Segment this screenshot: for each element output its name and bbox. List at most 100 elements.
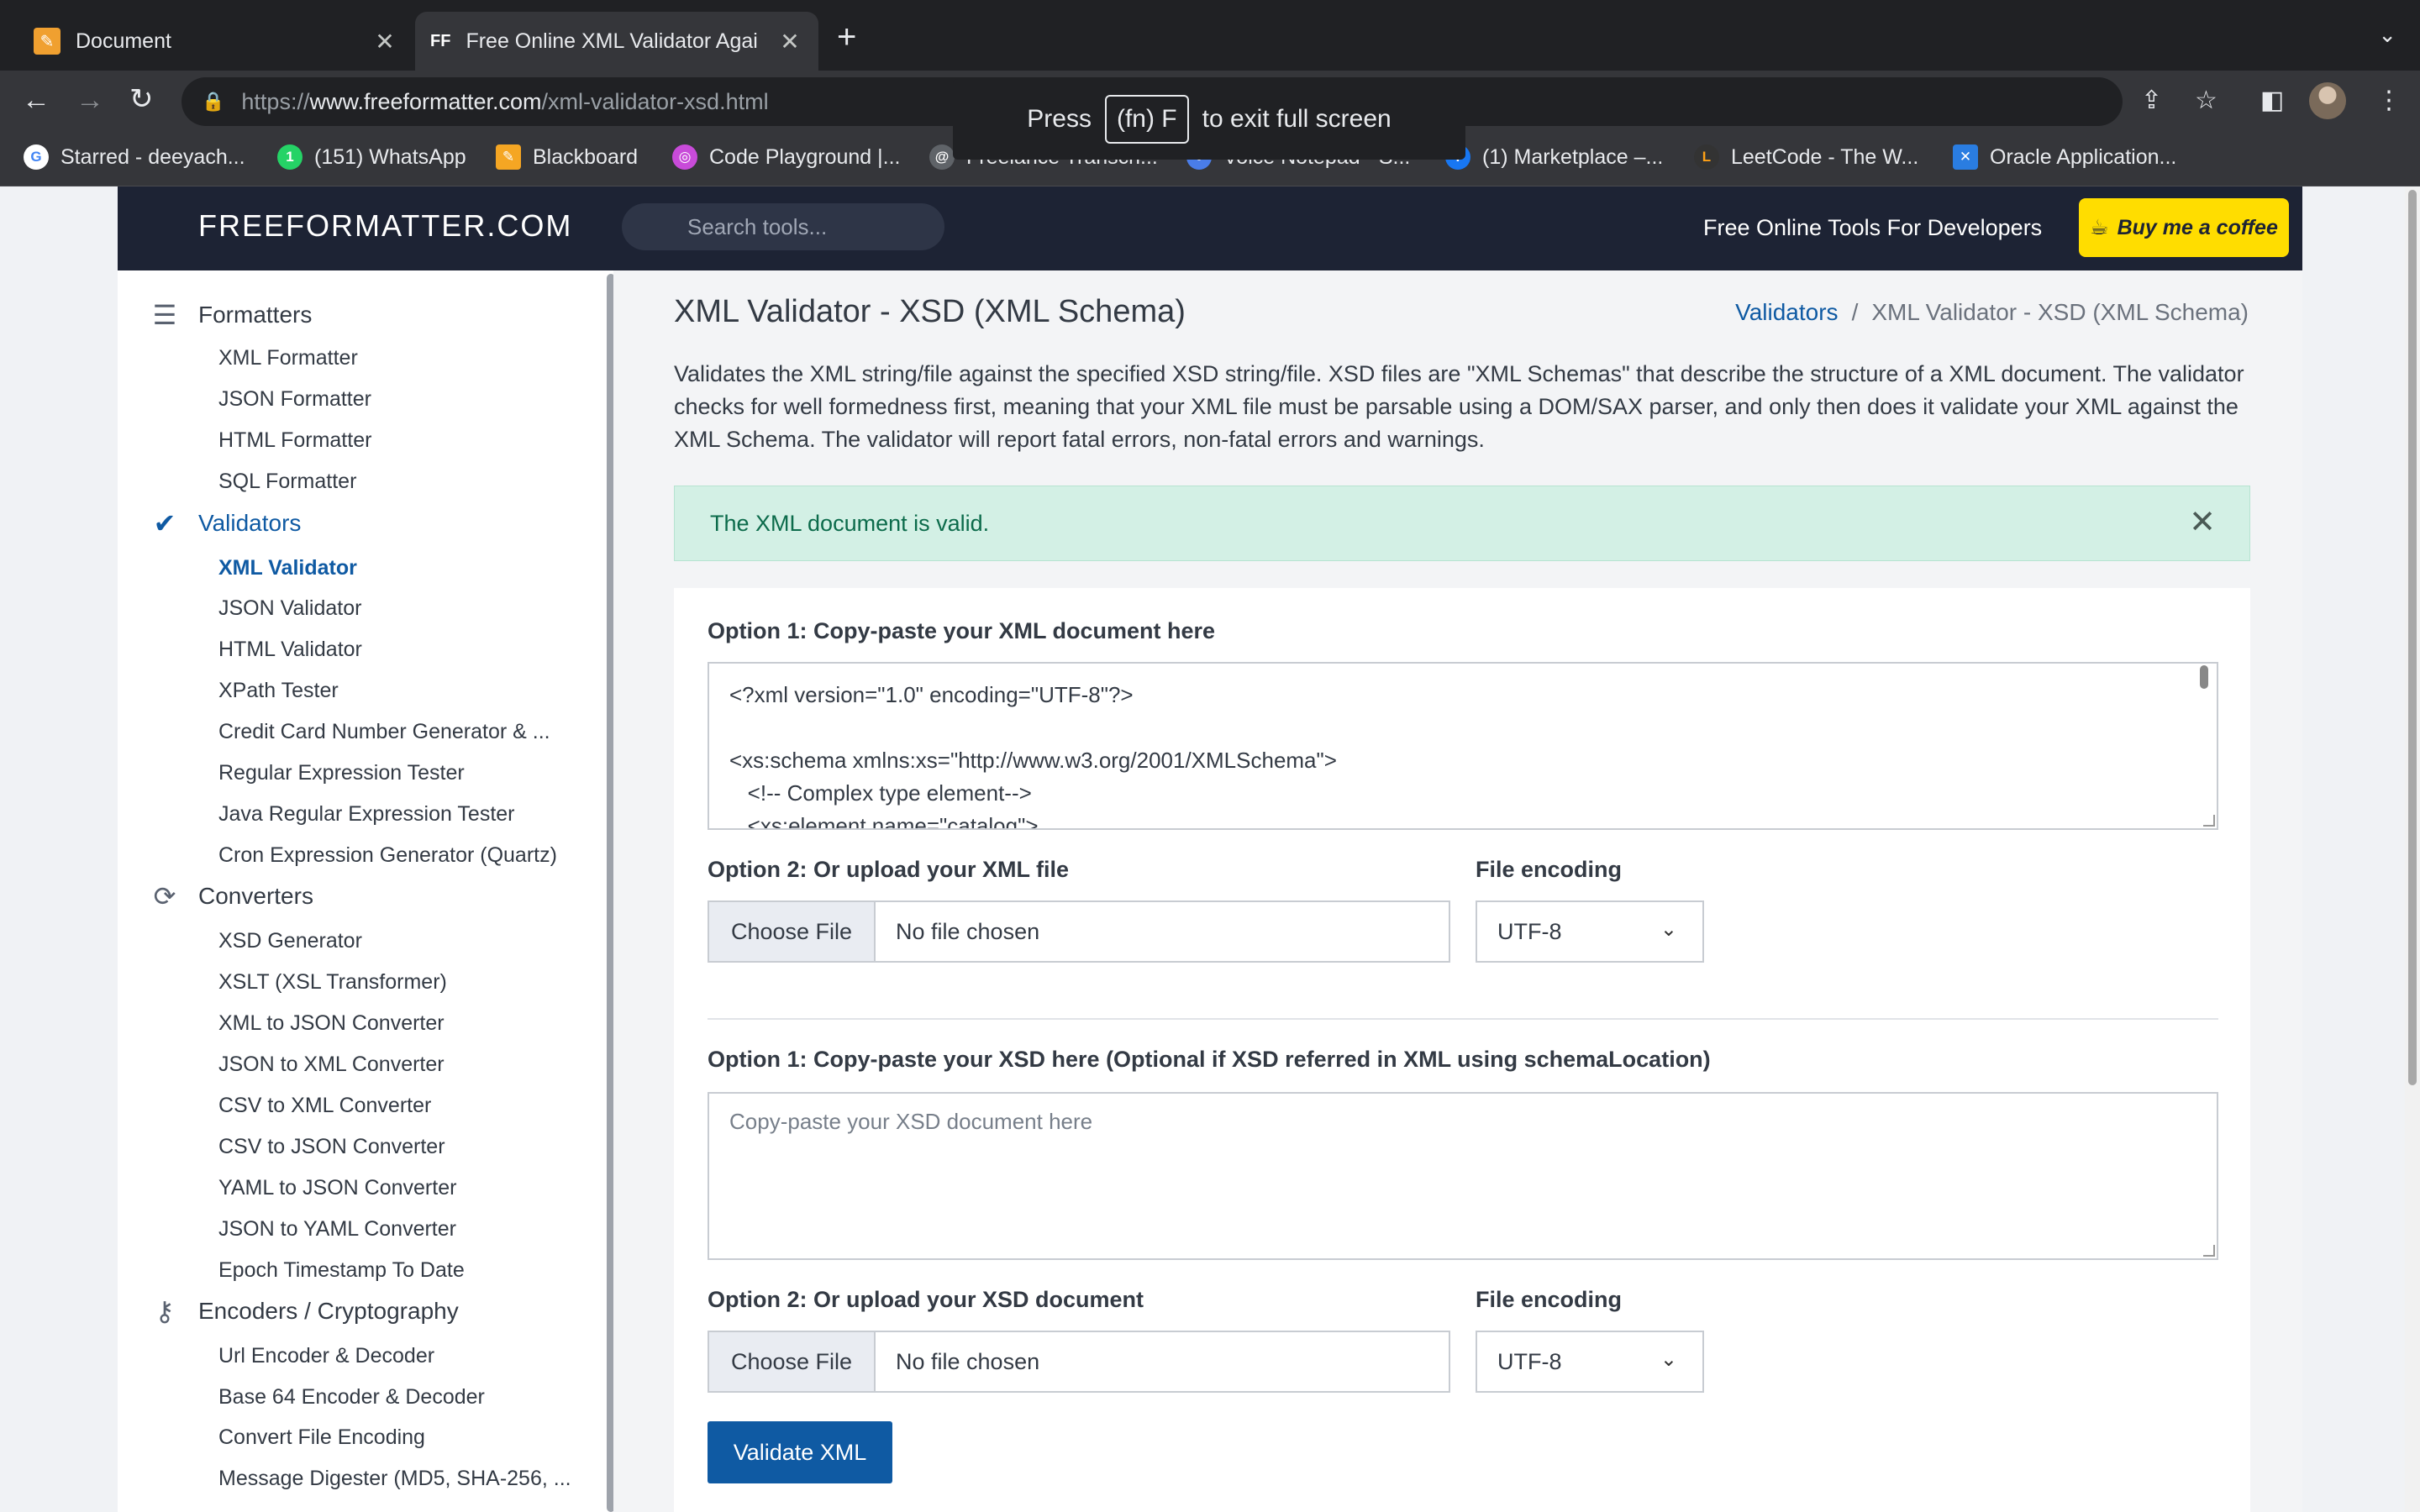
search-tools-input[interactable]: Search tools... bbox=[622, 203, 944, 250]
sidebar-item-html-validator[interactable]: HTML Validator bbox=[218, 638, 362, 662]
code-playground-icon: ◎ bbox=[672, 144, 697, 170]
xsd-input-textarea[interactable]: Copy-paste your XSD document here bbox=[708, 1092, 2218, 1260]
sidebar-item-convert-encoding[interactable]: Convert File Encoding bbox=[218, 1425, 425, 1450]
close-alert-icon[interactable]: ✕ bbox=[2189, 503, 2216, 541]
freeformatter-favicon-icon: FF bbox=[430, 31, 451, 50]
fn-f-key: (fn) F bbox=[1104, 95, 1189, 144]
bookmark-blackboard[interactable]: ✎ Blackboard bbox=[496, 144, 638, 170]
main-content: XML Validator - XSD (XML Schema) Validat… bbox=[613, 270, 2302, 1512]
leetcode-icon: L bbox=[1694, 144, 1719, 170]
page-scrollbar[interactable] bbox=[2405, 186, 2420, 1512]
fullscreen-notice: Press (fn) F to exit full screen bbox=[953, 79, 1465, 160]
bookmark-star-icon[interactable]: ☆ bbox=[2195, 86, 2217, 115]
sidebar-item-cron-generator[interactable]: Cron Expression Generator (Quartz) bbox=[218, 843, 557, 868]
key-icon: ⚷ bbox=[155, 1296, 175, 1326]
sidebar-item-credit-card-generator[interactable]: Credit Card Number Generator & ... bbox=[218, 720, 550, 744]
sidebar-item-json-formatter[interactable]: JSON Formatter bbox=[218, 387, 371, 412]
sidebar-category-encoders[interactable]: ⚷ Encoders / Cryptography bbox=[148, 1295, 458, 1327]
sidebar-item-json-validator[interactable]: JSON Validator bbox=[218, 596, 361, 621]
sidebar-item-epoch-timestamp[interactable]: Epoch Timestamp To Date bbox=[218, 1258, 465, 1283]
sidebar-item-csv-to-xml[interactable]: CSV to XML Converter bbox=[218, 1094, 431, 1118]
refresh-arrows-icon: ⟳ bbox=[153, 881, 176, 911]
xml-paste-label: Option 1: Copy-paste your XML document h… bbox=[708, 618, 1216, 643]
google-icon: G bbox=[24, 144, 49, 170]
bookmark-whatsapp[interactable]: 1 (151) WhatsApp bbox=[277, 144, 466, 170]
profile-avatar[interactable] bbox=[2309, 82, 2346, 119]
page-description: Validates the XML string/file against th… bbox=[674, 361, 2244, 452]
xsd-encoding-label: File encoding bbox=[1476, 1287, 1623, 1312]
sidebar-item-xml-to-json[interactable]: XML to JSON Converter bbox=[218, 1011, 445, 1036]
xsd-encoding-select[interactable]: UTF-8 ⌄ bbox=[1476, 1331, 1704, 1393]
sidebar-item-regex-tester[interactable]: Regular Expression Tester bbox=[218, 761, 465, 785]
xml-input-textarea[interactable]: <?xml version="1.0" encoding="UTF-8"?> <… bbox=[708, 662, 2218, 830]
tab-search-chevron-icon[interactable]: ⌄ bbox=[2378, 22, 2396, 48]
resize-handle-icon[interactable] bbox=[2203, 815, 2215, 827]
side-panel-icon[interactable]: ◧ bbox=[2260, 86, 2284, 115]
sidebar-item-sql-formatter[interactable]: SQL Formatter bbox=[218, 470, 356, 494]
coffee-cup-icon: ☕ bbox=[2090, 216, 2109, 239]
validator-form: Option 1: Copy-paste your XML document h… bbox=[674, 588, 2250, 1512]
xml-encoding-label: File encoding bbox=[1476, 857, 1623, 882]
resize-handle-icon[interactable] bbox=[2203, 1245, 2215, 1257]
tab-title: Free Online XML Validator Agai bbox=[466, 29, 758, 53]
bookmark-leetcode[interactable]: L LeetCode - The W... bbox=[1694, 144, 1918, 170]
blackboard-icon: ✎ bbox=[496, 144, 521, 170]
xsd-paste-label: Option 1: Copy-paste your XSD here (Opti… bbox=[708, 1047, 1711, 1072]
site-logo[interactable]: FREEFORMATTER.COM bbox=[198, 208, 572, 244]
bookmark-code-playground[interactable]: ◎ Code Playground |... bbox=[672, 144, 900, 170]
sidebar-item-html-formatter[interactable]: HTML Formatter bbox=[218, 428, 371, 453]
lock-icon: 🔒 bbox=[202, 91, 225, 112]
xsd-file-status: No file chosen bbox=[896, 1348, 1040, 1374]
tab-xml-validator[interactable]: FF Free Online XML Validator Agai ✕ bbox=[415, 12, 818, 71]
close-tab-icon[interactable]: ✕ bbox=[773, 28, 807, 55]
xsd-file-input[interactable]: Choose File No file chosen bbox=[708, 1331, 1450, 1393]
document-favicon-icon: ✎ bbox=[34, 28, 60, 55]
new-tab-icon[interactable]: + bbox=[837, 18, 856, 56]
sidebar-category-validators[interactable]: ✔ Validators bbox=[148, 507, 302, 539]
close-tab-icon[interactable]: ✕ bbox=[368, 28, 402, 55]
share-icon[interactable]: ⇪ bbox=[2141, 86, 2162, 115]
validate-xml-button[interactable]: Validate XML bbox=[708, 1421, 892, 1483]
sidebar-item-xslt[interactable]: XSLT (XSL Transformer) bbox=[218, 970, 447, 995]
success-alert: The XML document is valid. ✕ bbox=[674, 486, 2250, 561]
browser-menu-icon[interactable]: ⋮ bbox=[2376, 86, 2402, 115]
buy-me-a-coffee-button[interactable]: ☕ Buy me a coffee bbox=[2079, 198, 2289, 257]
sidebar-category-formatters[interactable]: ☰ Formatters bbox=[148, 299, 313, 331]
xml-file-input[interactable]: Choose File No file chosen bbox=[708, 900, 1450, 963]
bookmark-marketplace[interactable]: f(1) Marketplace –... bbox=[1445, 144, 1663, 170]
page-scrollbar-thumb[interactable] bbox=[2408, 190, 2417, 1085]
sidebar-item-url-encoder[interactable]: Url Encoder & Decoder bbox=[218, 1344, 434, 1368]
breadcrumb-validators-link[interactable]: Validators bbox=[1735, 299, 1838, 325]
breadcrumb: Validators / XML Validator - XSD (XML Sche… bbox=[1735, 299, 2249, 325]
bookmark-starred[interactable]: G Starred - deeyach... bbox=[24, 144, 245, 170]
oracle-icon: ✕ bbox=[1953, 144, 1978, 170]
xml-choose-file-button[interactable]: Choose File bbox=[709, 902, 876, 961]
sidebar: ☰ Formatters XML Formatter JSON Formatter… bbox=[118, 270, 613, 1512]
xml-upload-label: Option 2: Or upload your XML file bbox=[708, 857, 1070, 882]
sidebar-item-yaml-to-json[interactable]: YAML to JSON Converter bbox=[218, 1176, 456, 1200]
reload-icon[interactable]: ↻ bbox=[129, 82, 154, 116]
bookmark-oracle[interactable]: ✕ Oracle Application... bbox=[1953, 144, 2176, 170]
xml-encoding-select[interactable]: UTF-8 ⌄ bbox=[1476, 900, 1704, 963]
sidebar-item-xml-formatter[interactable]: XML Formatter bbox=[218, 346, 358, 370]
xsd-choose-file-button[interactable]: Choose File bbox=[709, 1332, 876, 1391]
back-arrow-icon[interactable]: ← bbox=[22, 84, 50, 117]
chevron-down-icon: ⌄ bbox=[1660, 1348, 1677, 1371]
site-tagline: Free Online Tools For Developers bbox=[1703, 215, 2043, 240]
site-header: FREEFORMATTER.COM Search tools... Free O… bbox=[118, 186, 2302, 270]
forward-arrow-icon[interactable]: → bbox=[76, 84, 104, 117]
sidebar-item-message-digester[interactable]: Message Digester (MD5, SHA-256, ... bbox=[218, 1467, 571, 1491]
xml-textarea-scrollbar[interactable] bbox=[2200, 665, 2208, 689]
sidebar-item-json-to-yaml[interactable]: JSON to YAML Converter bbox=[218, 1217, 456, 1242]
tab-document[interactable]: ✎ Document ✕ bbox=[18, 12, 413, 71]
sidebar-item-json-to-xml[interactable]: JSON to XML Converter bbox=[218, 1053, 445, 1077]
sidebar-item-csv-to-json[interactable]: CSV to JSON Converter bbox=[218, 1135, 445, 1159]
sidebar-item-xml-validator[interactable]: XML Validator bbox=[218, 556, 357, 580]
section-divider bbox=[708, 1018, 2218, 1020]
sidebar-item-java-regex-tester[interactable]: Java Regular Expression Tester bbox=[218, 802, 515, 827]
sidebar-item-xsd-generator[interactable]: XSD Generator bbox=[218, 929, 362, 953]
sidebar-item-base64[interactable]: Base 64 Encoder & Decoder bbox=[218, 1385, 485, 1410]
double-check-icon: ✔ bbox=[153, 508, 176, 538]
sidebar-category-converters[interactable]: ⟳ Converters bbox=[148, 880, 313, 912]
sidebar-item-xpath-tester[interactable]: XPath Tester bbox=[218, 679, 339, 703]
